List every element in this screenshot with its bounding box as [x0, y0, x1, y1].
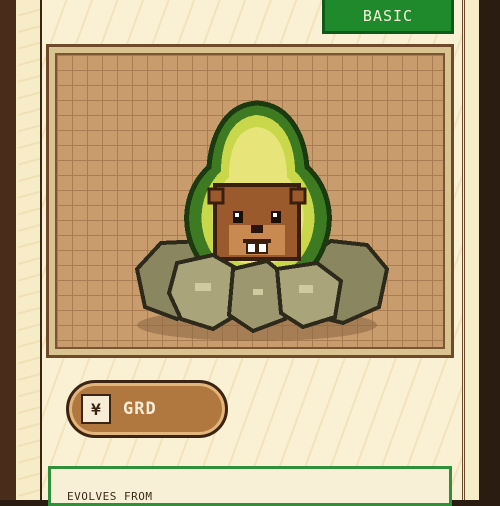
evolves-from-panel: EVOLVES FROM	[48, 466, 452, 506]
left-card-edge	[0, 0, 42, 500]
right-border	[462, 0, 479, 500]
avocado-beaver-creature-icon	[134, 100, 390, 341]
type-badge[interactable]: ¥ GRD	[66, 380, 228, 438]
adjacent-card-edge	[18, 0, 40, 500]
rarity-badge: BASIC	[322, 0, 454, 34]
ground-type-icon: ¥	[81, 394, 111, 424]
right-card-edge	[462, 0, 500, 500]
creature-art-background	[55, 53, 445, 349]
type-label: GRD	[123, 399, 157, 419]
evolves-from-label: EVOLVES FROM	[67, 490, 153, 503]
dark-border	[0, 0, 16, 500]
creature-art-frame	[46, 44, 454, 358]
